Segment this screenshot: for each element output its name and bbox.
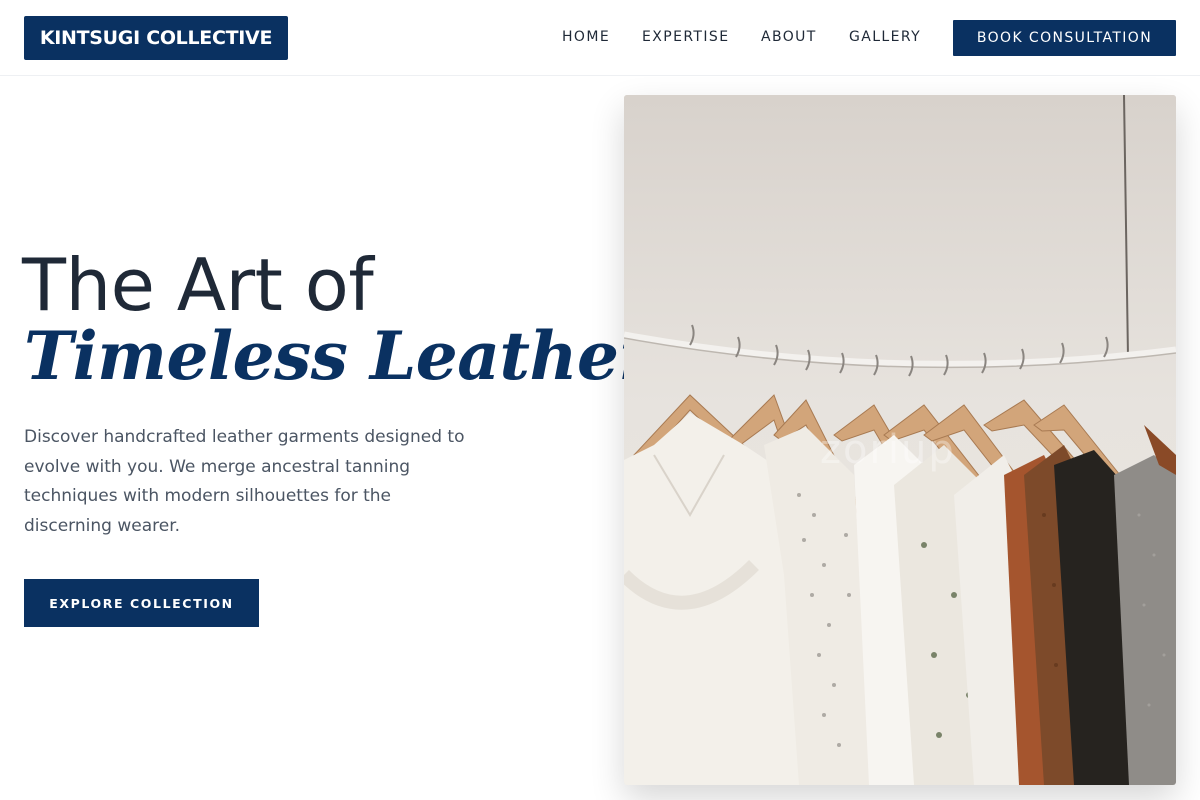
- nav-link-about[interactable]: ABOUT: [761, 29, 817, 45]
- site-header: KINTSUGI COLLECTIVE HOME EXPERTISE ABOUT…: [0, 0, 1200, 76]
- hero-description: Discover handcrafted leather garments de…: [24, 427, 465, 536]
- hero-image-clothing-rack: zoriup: [624, 95, 1176, 785]
- explore-collection-button[interactable]: EXPLORE COLLECTION: [24, 579, 259, 627]
- book-consultation-button[interactable]: BOOK CONSULTATION: [953, 20, 1176, 56]
- nav-link-expertise[interactable]: EXPERTISE: [642, 29, 729, 45]
- image-watermark: zoriup: [820, 427, 956, 473]
- hero-title-line-1: The Art of: [22, 243, 374, 327]
- nav-link-gallery[interactable]: GALLERY: [849, 29, 921, 45]
- nav-link-home[interactable]: HOME: [562, 29, 610, 45]
- hero-title-line-2: Timeless Leather: [24, 317, 653, 395]
